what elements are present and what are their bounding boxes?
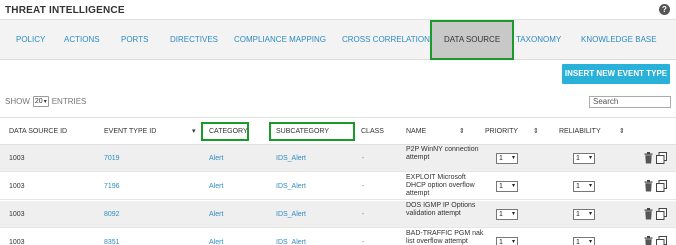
reliability-select[interactable]: 1 ▾: [573, 181, 595, 192]
table-row: 1003 8351 Alert IDS_Alert - BAD-TRAFFIC …: [0, 229, 676, 245]
column-subcategory[interactable]: SUBCATEGORY: [276, 118, 329, 146]
chevron-down-icon: ▾: [588, 211, 592, 217]
tab-policy[interactable]: POLICY: [16, 20, 45, 60]
event-type-id-link[interactable]: 7019: [104, 145, 120, 172]
name-cell: BAD-TRAFFIC PGM nak list overflow attemp…: [406, 230, 484, 245]
tab-ports[interactable]: PORTS: [121, 20, 148, 60]
class-cell: -: [362, 155, 365, 162]
priority-value: 1: [499, 155, 503, 162]
show-label: SHOW: [5, 97, 30, 106]
priority-select[interactable]: 1 ▾: [496, 153, 518, 164]
priority-value: 1: [499, 239, 503, 245]
column-class[interactable]: CLASS: [361, 118, 384, 146]
event-type-id-link[interactable]: 7196: [104, 173, 120, 200]
class-cell: -: [362, 239, 365, 245]
copy-icon[interactable]: [656, 152, 667, 164]
category-link[interactable]: Alert: [209, 145, 223, 172]
page-length-select[interactable]: 20 ▾: [32, 96, 49, 107]
table-header: DATA SOURCE ID EVENT TYPE ID ▾ CATEGORY …: [0, 117, 676, 145]
chevron-down-icon: ▾: [588, 155, 592, 161]
reliability-value: 1: [576, 183, 580, 190]
tab-actions[interactable]: ACTIONS: [64, 20, 100, 60]
column-priority[interactable]: PRIORITY: [485, 118, 518, 146]
category-link[interactable]: Alert: [209, 173, 223, 200]
insert-new-event-type-button[interactable]: INSERT NEW EVENT TYPE: [562, 64, 670, 84]
category-link[interactable]: Alert: [209, 229, 223, 245]
priority-value: 1: [499, 183, 503, 190]
page-length-value: 20: [34, 98, 43, 105]
column-data-source-id[interactable]: DATA SOURCE ID: [9, 118, 67, 146]
page-length-control: SHOW 20 ▾ ENTRIES: [5, 96, 86, 107]
help-icon[interactable]: ?: [659, 4, 670, 15]
name-cell: DOS IGMP IP Options validation attempt: [406, 202, 476, 217]
copy-icon[interactable]: [656, 236, 667, 245]
chevron-down-icon: ▾: [511, 183, 515, 189]
trash-icon[interactable]: [644, 208, 653, 220]
trash-icon[interactable]: [644, 236, 653, 245]
tab-directives[interactable]: DIRECTIVES: [170, 20, 218, 60]
reliability-value: 1: [576, 155, 580, 162]
category-link[interactable]: Alert: [209, 201, 223, 228]
copy-icon[interactable]: [656, 180, 667, 192]
chevron-down-icon: ▾: [43, 99, 47, 105]
priority-select[interactable]: 1 ▾: [496, 181, 518, 192]
chevron-down-icon: ▾: [588, 183, 592, 189]
priority-select[interactable]: 1 ▾: [496, 209, 518, 220]
chevron-down-icon: ▾: [511, 211, 515, 217]
priority-select[interactable]: 1 ▾: [496, 237, 518, 245]
data-source-id-cell: 1003: [9, 183, 25, 190]
subcategory-link[interactable]: IDS_Alert: [276, 145, 306, 172]
tab-cross-correlation[interactable]: CROSS CORRELATION: [342, 20, 430, 60]
event-type-id-link[interactable]: 8092: [104, 201, 120, 228]
reliability-select[interactable]: 1 ▾: [573, 237, 595, 245]
reliability-value: 1: [576, 211, 580, 218]
table-row: 1003 7196 Alert IDS_Alert - EXPLOIT Micr…: [0, 173, 676, 200]
column-name[interactable]: NAME: [406, 118, 426, 146]
column-reliability[interactable]: RELIABILITY: [559, 118, 601, 146]
trash-icon[interactable]: [644, 180, 653, 192]
reliability-select[interactable]: 1 ▾: [573, 153, 595, 164]
chevron-down-icon: ▾: [511, 239, 515, 245]
reliability-value: 1: [576, 239, 580, 245]
search-input[interactable]: Search: [589, 96, 671, 108]
sort-icon[interactable]: ⇕: [619, 118, 625, 146]
copy-icon[interactable]: [656, 208, 667, 220]
tab-knowledge-base[interactable]: KNOWLEDGE BASE: [581, 20, 657, 60]
table-row: 1003 8092 Alert IDS_Alert - DOS IGMP IP …: [0, 201, 676, 228]
priority-value: 1: [499, 211, 503, 218]
reliability-select[interactable]: 1 ▾: [573, 209, 595, 220]
class-cell: -: [362, 211, 365, 218]
chevron-down-icon: ▾: [511, 155, 515, 161]
tab-taxonomy[interactable]: TAXONOMY: [516, 20, 561, 60]
page-title: THREAT INTELLIGENCE: [5, 5, 125, 16]
event-type-id-link[interactable]: 8351: [104, 229, 120, 245]
tab-data-source[interactable]: DATA SOURCE: [430, 20, 515, 60]
chevron-down-icon: ▾: [588, 239, 592, 245]
subcategory-link[interactable]: IDS_Alert: [276, 229, 306, 245]
sort-desc-icon[interactable]: ▾: [192, 118, 196, 146]
app-header: THREAT INTELLIGENCE ?: [0, 0, 676, 20]
subcategory-link[interactable]: IDS_Alert: [276, 173, 306, 200]
subcategory-link[interactable]: IDS_Alert: [276, 201, 306, 228]
tab-bar: POLICY ACTIONS PORTS DIRECTIVES COMPLIAN…: [0, 20, 676, 60]
data-source-id-cell: 1003: [9, 211, 25, 218]
entries-label: ENTRIES: [51, 97, 87, 106]
column-category[interactable]: CATEGORY: [209, 118, 248, 146]
sort-icon[interactable]: ⇕: [533, 118, 539, 146]
data-source-id-cell: 1003: [9, 239, 25, 245]
class-cell: -: [362, 183, 365, 190]
column-event-type-id[interactable]: EVENT TYPE ID: [104, 118, 156, 146]
name-cell: EXPLOIT Microsoft DHCP option overflow a…: [406, 174, 475, 197]
name-cell: P2P WinNY connection attempt: [406, 146, 479, 161]
table-row: 1003 7019 Alert IDS_Alert - P2P WinNY co…: [0, 145, 676, 172]
tab-compliance-mapping[interactable]: COMPLIANCE MAPPING: [234, 20, 326, 60]
sort-icon[interactable]: ⇕: [459, 118, 465, 146]
data-source-id-cell: 1003: [9, 155, 25, 162]
trash-icon[interactable]: [644, 152, 653, 164]
